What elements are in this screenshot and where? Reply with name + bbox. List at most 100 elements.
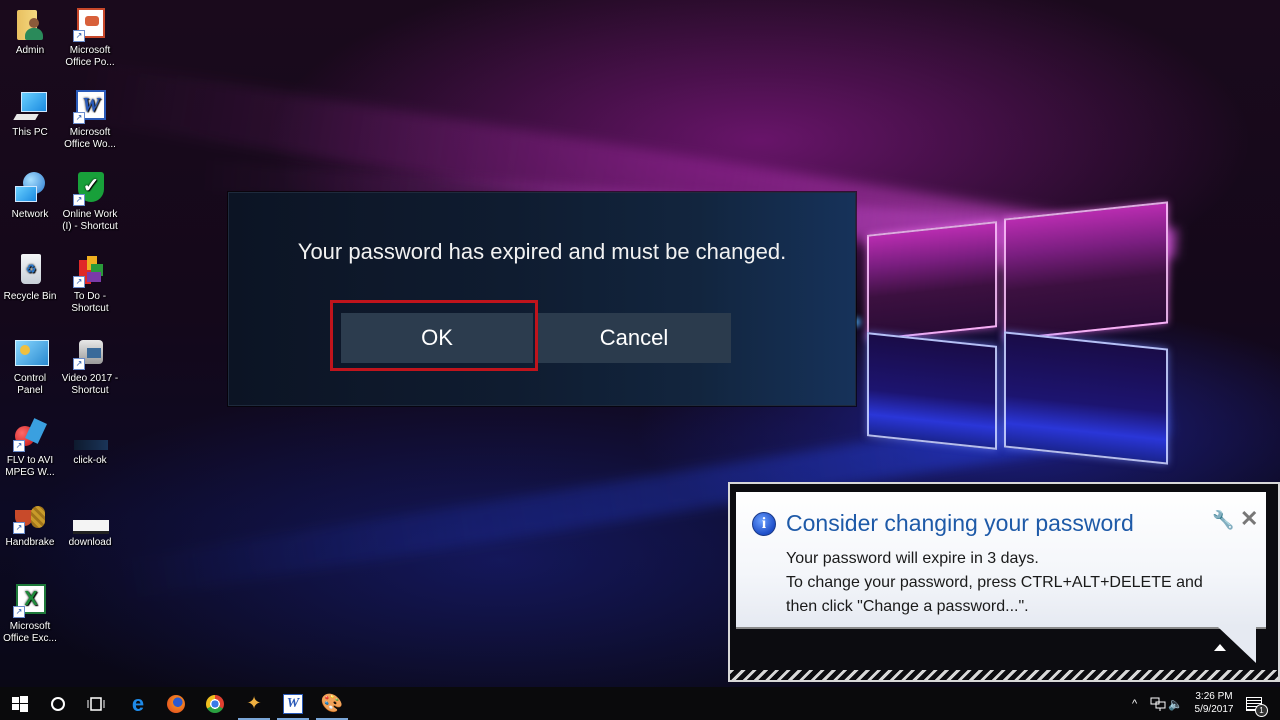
- desktop-icon-excel[interactable]: X ↗ Microsoft Office Exc...: [0, 584, 60, 645]
- desktop-icon-label: Admin: [15, 45, 45, 56]
- desktop-icon-label: Microsoft Office Wo...: [64, 127, 116, 150]
- control-panel-icon: [13, 336, 49, 370]
- ok-button-highlight-box: [330, 300, 538, 371]
- image-thumbnail-icon: [73, 418, 108, 452]
- wallpaper-logo-pane: [867, 221, 997, 341]
- desktop-icon-admin[interactable]: Admin: [0, 8, 60, 57]
- clock-date: 5/9/2017: [1194, 704, 1234, 715]
- paint-icon: 🎨: [320, 693, 344, 713]
- firefox-button[interactable]: [156, 687, 196, 720]
- desktop-icon-handbrake[interactable]: ↗ Handbrake: [0, 500, 60, 549]
- desktop-icon-label: click-ok: [73, 455, 107, 466]
- edge-button[interactable]: e: [118, 687, 158, 720]
- desktop-icon-network[interactable]: Network: [0, 172, 60, 221]
- notification-title: Consider changing your password: [786, 510, 1134, 536]
- word-icon: W: [283, 693, 303, 714]
- start-button[interactable]: [0, 687, 40, 720]
- shortcut-arrow-icon: ↗: [73, 276, 85, 288]
- chrome-button[interactable]: [195, 687, 235, 720]
- recycle-bin-icon: ♻: [13, 254, 47, 288]
- desktop-icon-label: Network: [11, 209, 49, 220]
- task-view-button[interactable]: [76, 687, 116, 720]
- shortcut-arrow-icon: ↗: [73, 194, 85, 206]
- notification-card[interactable]: i Consider changing your password Your p…: [736, 492, 1266, 629]
- user-folder-icon: [13, 8, 47, 42]
- shortcut-arrow-icon: ↗: [13, 522, 25, 534]
- desktop-icon-powerpoint[interactable]: ↗ Microsoft Office Po...: [60, 8, 120, 69]
- shortcut-arrow-icon: ↗: [73, 358, 85, 370]
- desktop-icon-download[interactable]: download: [60, 500, 120, 549]
- password-expired-dialog: Your password has expired and must be ch…: [228, 192, 856, 406]
- torn-edge: [730, 670, 1278, 680]
- wallpaper-logo-pane: [1004, 201, 1168, 341]
- video-converter-icon: ↗: [13, 418, 47, 452]
- word-button[interactable]: W: [273, 687, 313, 720]
- volume-tray-button[interactable]: 🔈: [1168, 687, 1183, 720]
- desktop-icon-control-panel[interactable]: Control Panel: [0, 336, 60, 397]
- desktop-icon-label: Recycle Bin: [3, 291, 57, 302]
- notification-line: To change your password, press CTRL+ALT+…: [786, 574, 1203, 591]
- desktop-icon-click-ok[interactable]: click-ok: [60, 418, 120, 467]
- desktop-icon-label: FLV to AVI MPEG W...: [5, 455, 55, 478]
- clock-time: 3:26 PM: [1195, 691, 1233, 702]
- search-circle-icon: [51, 696, 65, 711]
- desktop-icon-todo[interactable]: ↗ To Do - Shortcut: [60, 254, 120, 315]
- cancel-button[interactable]: Cancel: [537, 313, 731, 363]
- chrome-icon: [206, 694, 224, 713]
- close-icon[interactable]: ✕: [1240, 506, 1258, 532]
- tray-overflow-arrow-icon: [1214, 644, 1226, 651]
- app-button[interactable]: ✦: [234, 687, 274, 720]
- action-center-icon: 1: [1246, 696, 1268, 717]
- star-app-icon: ✦: [246, 693, 262, 713]
- notification-line: then click "Change a password...".: [786, 598, 1029, 615]
- powerpoint-icon: ↗: [73, 8, 107, 42]
- notification-count-badge: 1: [1255, 703, 1268, 717]
- cortana-button[interactable]: [38, 687, 78, 720]
- show-hidden-icons-button[interactable]: ^: [1132, 687, 1137, 720]
- desktop-icon-online-work[interactable]: ✓ ↗ Online Work (I) - Shortcut: [60, 172, 120, 233]
- desktop-icon-label: download: [68, 537, 112, 548]
- desktop-icon-video[interactable]: ↗ Video 2017 - Shortcut: [60, 336, 120, 397]
- clock-button[interactable]: 3:26 PM 5/9/2017: [1188, 690, 1240, 716]
- windows-logo-icon: [12, 695, 28, 712]
- desktop-background: Admin ↗ Microsoft Office Po... This PC W…: [0, 0, 1280, 687]
- taskbar: e ✦ W 🎨 ^ 🔈 3:26 PM 5/9/2017 1: [0, 687, 1280, 720]
- desktop-icon-label: Microsoft Office Exc...: [3, 621, 57, 644]
- password-notification-balloon[interactable]: i Consider changing your password Your p…: [728, 482, 1280, 682]
- excel-icon: X ↗: [13, 584, 47, 618]
- shortcut-arrow-icon: ↗: [13, 606, 25, 618]
- wrench-settings-icon[interactable]: 🔧: [1212, 510, 1234, 531]
- shortcut-arrow-icon: ↗: [73, 30, 85, 42]
- desktop-icon-label: To Do - Shortcut: [71, 291, 109, 314]
- handbrake-icon: ↗: [13, 500, 47, 534]
- wallpaper-logo-pane: [1004, 331, 1168, 465]
- camcorder-icon: ↗: [73, 336, 107, 370]
- desktop-icon-flv-converter[interactable]: ↗ FLV to AVI MPEG W...: [0, 418, 60, 479]
- network-tray-button[interactable]: [1150, 687, 1166, 720]
- image-thumbnail-icon: [73, 500, 109, 534]
- paint-button[interactable]: 🎨: [312, 687, 352, 720]
- word-icon: W ↗: [73, 90, 107, 124]
- todo-app-icon: ↗: [73, 254, 107, 288]
- desktop-icon-label: Handbrake: [5, 537, 55, 548]
- task-view-icon: [87, 696, 105, 711]
- notification-line: Your password will expire in 3 days.: [786, 550, 1039, 567]
- shield-check-icon: ✓ ↗: [73, 172, 107, 206]
- computer-icon: [13, 90, 47, 124]
- desktop-icon-label: Video 2017 - Shortcut: [61, 373, 119, 396]
- action-center-button[interactable]: 1: [1246, 687, 1268, 720]
- firefox-icon: [167, 694, 185, 713]
- speaker-icon: 🔈: [1168, 696, 1183, 711]
- edge-icon: e: [131, 690, 145, 716]
- network-icon: [13, 172, 47, 206]
- shortcut-arrow-icon: ↗: [13, 440, 25, 452]
- network-wired-icon: [1150, 697, 1166, 711]
- desktop-icon-this-pc[interactable]: This PC: [0, 90, 60, 139]
- desktop-icon-label: Microsoft Office Po...: [65, 45, 115, 68]
- info-icon: i: [752, 512, 776, 536]
- desktop-icon-word[interactable]: W ↗ Microsoft Office Wo...: [60, 90, 120, 151]
- chevron-up-icon: ^: [1132, 697, 1138, 710]
- desktop-icon-label: This PC: [12, 127, 48, 138]
- desktop-icon-recycle-bin[interactable]: ♻ Recycle Bin: [0, 254, 60, 303]
- shortcut-arrow-icon: ↗: [73, 112, 85, 124]
